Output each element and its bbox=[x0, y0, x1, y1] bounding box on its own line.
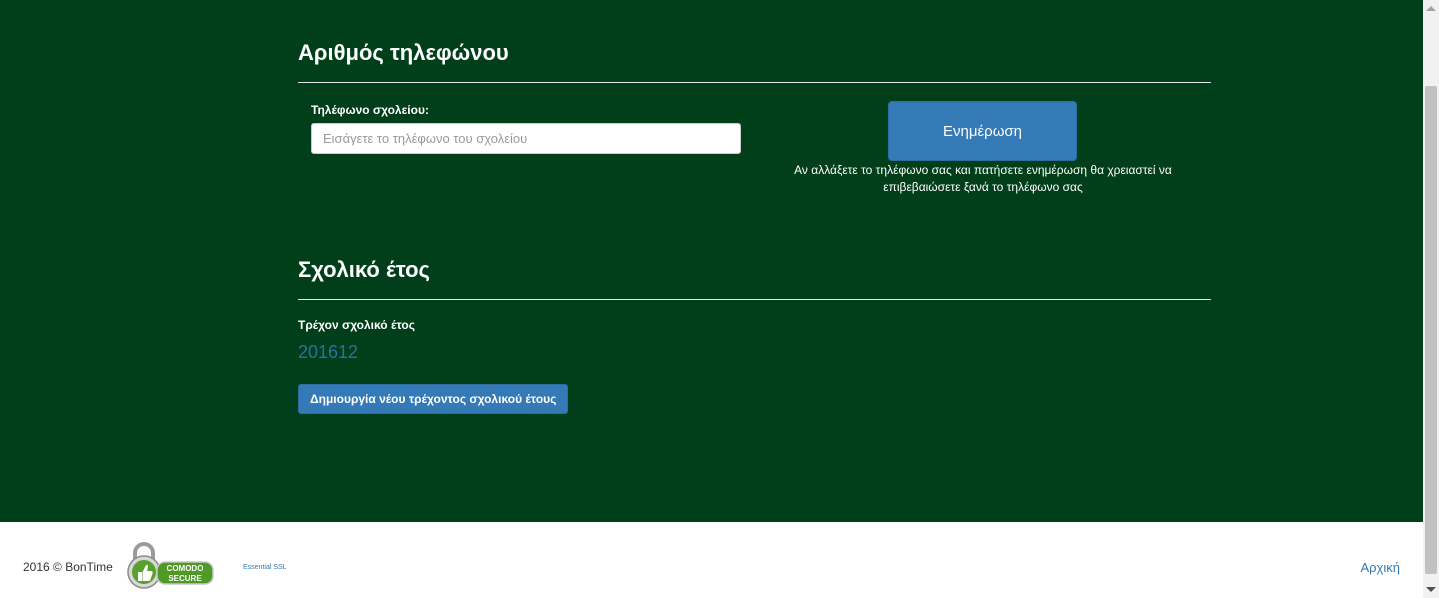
main-panel: Αριθμός τηλεφώνου Τηλέφωνο σχολείου: Ενη… bbox=[0, 0, 1423, 522]
scroll-down-arrow-icon[interactable] bbox=[1426, 587, 1436, 592]
seal-word-1: COMODO bbox=[167, 564, 204, 573]
phone-field-label: Τηλέφωνο σχολείου: bbox=[311, 103, 429, 117]
section-divider bbox=[298, 299, 1211, 300]
current-year-value: 201612 bbox=[298, 342, 359, 362]
copyright-text: 2016 © BonTime bbox=[23, 560, 113, 574]
scroll-up-arrow-icon[interactable] bbox=[1426, 6, 1436, 11]
phone-input[interactable] bbox=[311, 123, 741, 154]
comodo-secure-seal[interactable]: COMODO SECURE bbox=[127, 542, 215, 592]
seal-word-2: SECURE bbox=[168, 574, 202, 583]
phone-update-note: Αν αλλάξετε το τηλέφωνο σας και πατήσετε… bbox=[794, 163, 1172, 194]
create-school-year-button[interactable]: Δημιουργία νέου τρέχοντος σχολικού έτους bbox=[298, 384, 569, 414]
phone-section-title: Αριθμός τηλεφώνου bbox=[298, 40, 509, 65]
school-year-section-title: Σχολικό έτος bbox=[298, 257, 430, 282]
essential-ssl-link[interactable]: Essential SSL bbox=[243, 564, 287, 571]
home-link[interactable]: Αρχική bbox=[1360, 560, 1400, 575]
footer: 2016 © BonTime COMODO SECURE Essential S… bbox=[0, 522, 1423, 598]
scroll-thumb[interactable] bbox=[1425, 86, 1437, 574]
update-button[interactable]: Ενημέρωση bbox=[888, 101, 1077, 161]
current-year-label: Τρέχον σχολικό έτος bbox=[298, 318, 415, 332]
section-divider bbox=[298, 82, 1211, 83]
page-scrollbar[interactable] bbox=[1423, 0, 1439, 598]
